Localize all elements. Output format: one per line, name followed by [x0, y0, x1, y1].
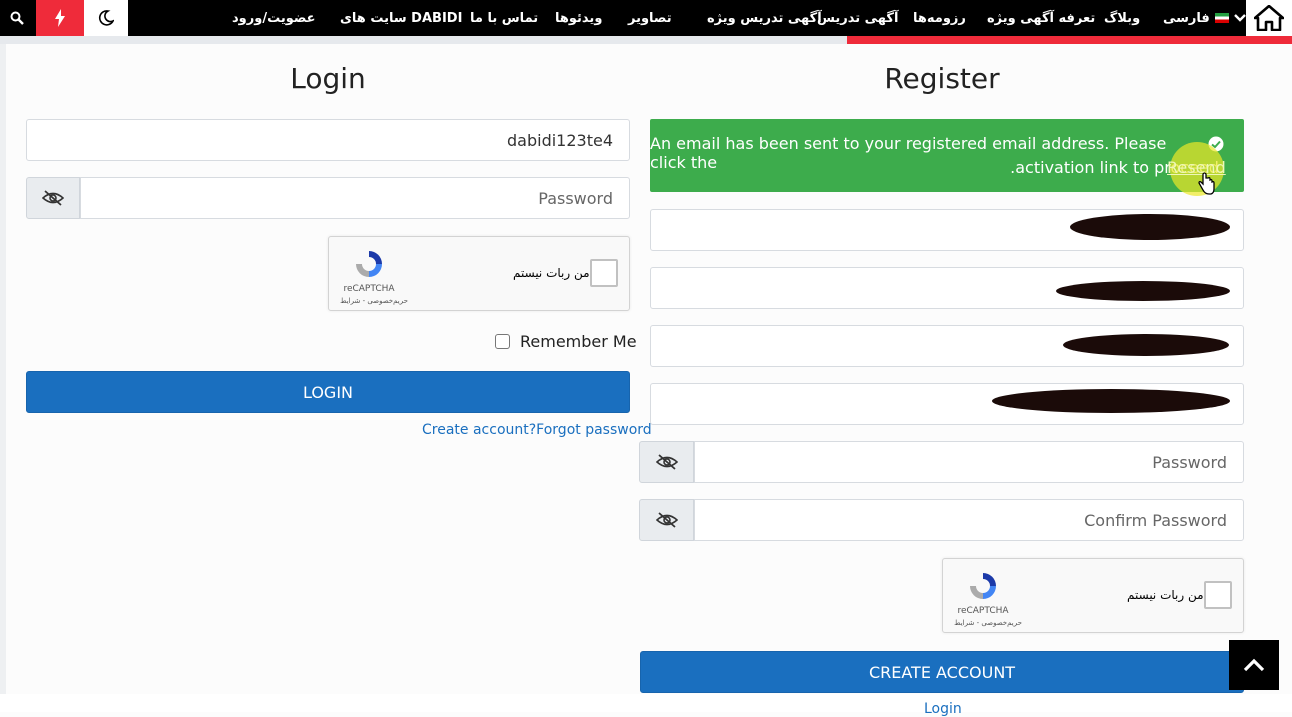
remember-me-label: Remember Me: [520, 332, 637, 351]
remember-me-checkbox[interactable]: [495, 334, 510, 349]
register-recaptcha-terms[interactable]: حریم‌خصوصی - شرایط: [953, 619, 1023, 627]
home-icon: [1254, 5, 1284, 31]
register-login-link[interactable]: Login: [924, 701, 962, 717]
register-recaptcha-label: من ربات نیستم: [1127, 588, 1204, 602]
redacted-value: [1056, 281, 1230, 301]
login-title: Login: [290, 62, 366, 95]
redacted-value: [992, 389, 1230, 413]
login-recaptcha-label: من ربات نیستم: [513, 266, 590, 280]
hand-cursor-icon: [1198, 172, 1215, 195]
remember-me[interactable]: Remember Me: [495, 332, 637, 351]
nav-dabidi-sites[interactable]: سایت های DABIDI: [340, 0, 462, 36]
header-divider: [0, 36, 847, 44]
header-accent-line: [847, 36, 1292, 44]
register-title: Register: [884, 62, 1000, 95]
register-toggle-password-button[interactable]: [639, 441, 694, 483]
nav-blog[interactable]: وبلاگ: [1104, 0, 1140, 36]
redacted-value: [1070, 214, 1230, 240]
success-alert: An email has been sent to your registere…: [650, 119, 1244, 192]
iran-flag-icon: [1214, 13, 1229, 23]
confirm-password-input[interactable]: Confirm Password: [694, 499, 1244, 541]
home-button[interactable]: [1246, 0, 1292, 36]
eye-slash-icon: [655, 454, 678, 470]
login-password-input[interactable]: Password: [80, 177, 630, 219]
chevron-down-icon: [1233, 14, 1246, 22]
nav-teaching-ads[interactable]: آگهی تدریس: [817, 0, 898, 36]
nav-login-register[interactable]: عضویت/ورود: [232, 0, 316, 36]
login-recaptcha: من ربات نیستم reCAPTCHA حریم‌خصوصی - شرا…: [328, 236, 630, 311]
eye-slash-icon: [42, 190, 64, 206]
language-selector[interactable]: فارسی: [1163, 0, 1246, 36]
recaptcha-logo-icon: [356, 251, 382, 277]
register-toggle-confirm-button[interactable]: [639, 499, 694, 541]
register-recaptcha-brand: reCAPTCHA: [957, 606, 1009, 616]
page-edge: [0, 44, 6, 694]
recaptcha-logo-icon: [970, 573, 996, 599]
scroll-to-top-button[interactable]: [1229, 640, 1279, 690]
language-label: فارسی: [1163, 10, 1210, 26]
nav-featured-ad-pricing[interactable]: تعرفه آگهی ویژه: [987, 0, 1095, 36]
moon-icon: [98, 10, 114, 26]
nav-resumes[interactable]: رزومه‌ها: [913, 0, 966, 36]
register-recaptcha-checkbox[interactable]: [1204, 581, 1232, 609]
login-button[interactable]: LOGIN: [26, 371, 630, 413]
username-input[interactable]: dabidi123te4: [26, 119, 630, 161]
login-account-links[interactable]: Create account?Forgot password: [422, 422, 652, 438]
nav-featured-teaching-ads[interactable]: آگهی تدریس ویژه: [707, 0, 822, 36]
login-recaptcha-terms[interactable]: حریم‌خصوصی - شرایط: [339, 297, 409, 305]
nav-images[interactable]: تصاویر: [628, 0, 672, 36]
nav-contact[interactable]: تماس با ما: [470, 0, 538, 36]
dark-mode-button[interactable]: [84, 0, 128, 36]
nav-videos[interactable]: ویدئوها: [555, 0, 602, 36]
login-toggle-password-button[interactable]: [26, 177, 80, 219]
page-bottom: [0, 694, 1292, 712]
register-recaptcha: من ربات نیستم reCAPTCHA حریم‌خصوصی - شرا…: [942, 558, 1244, 633]
flash-button[interactable]: [36, 0, 84, 36]
search-icon: [10, 11, 24, 25]
create-account-button[interactable]: CREATE ACCOUNT: [640, 651, 1244, 693]
search-button[interactable]: [0, 0, 34, 36]
eye-slash-icon: [655, 512, 678, 528]
login-recaptcha-checkbox[interactable]: [590, 259, 618, 287]
top-navbar: عضویت/ورود سایت های DABIDI تماس با ما وی…: [0, 0, 1292, 36]
register-password-input[interactable]: Password: [694, 441, 1244, 483]
redacted-value: [1063, 334, 1229, 356]
login-recaptcha-brand: reCAPTCHA: [343, 284, 395, 294]
chevron-up-icon: [1243, 658, 1265, 672]
lightning-icon: [55, 9, 65, 27]
